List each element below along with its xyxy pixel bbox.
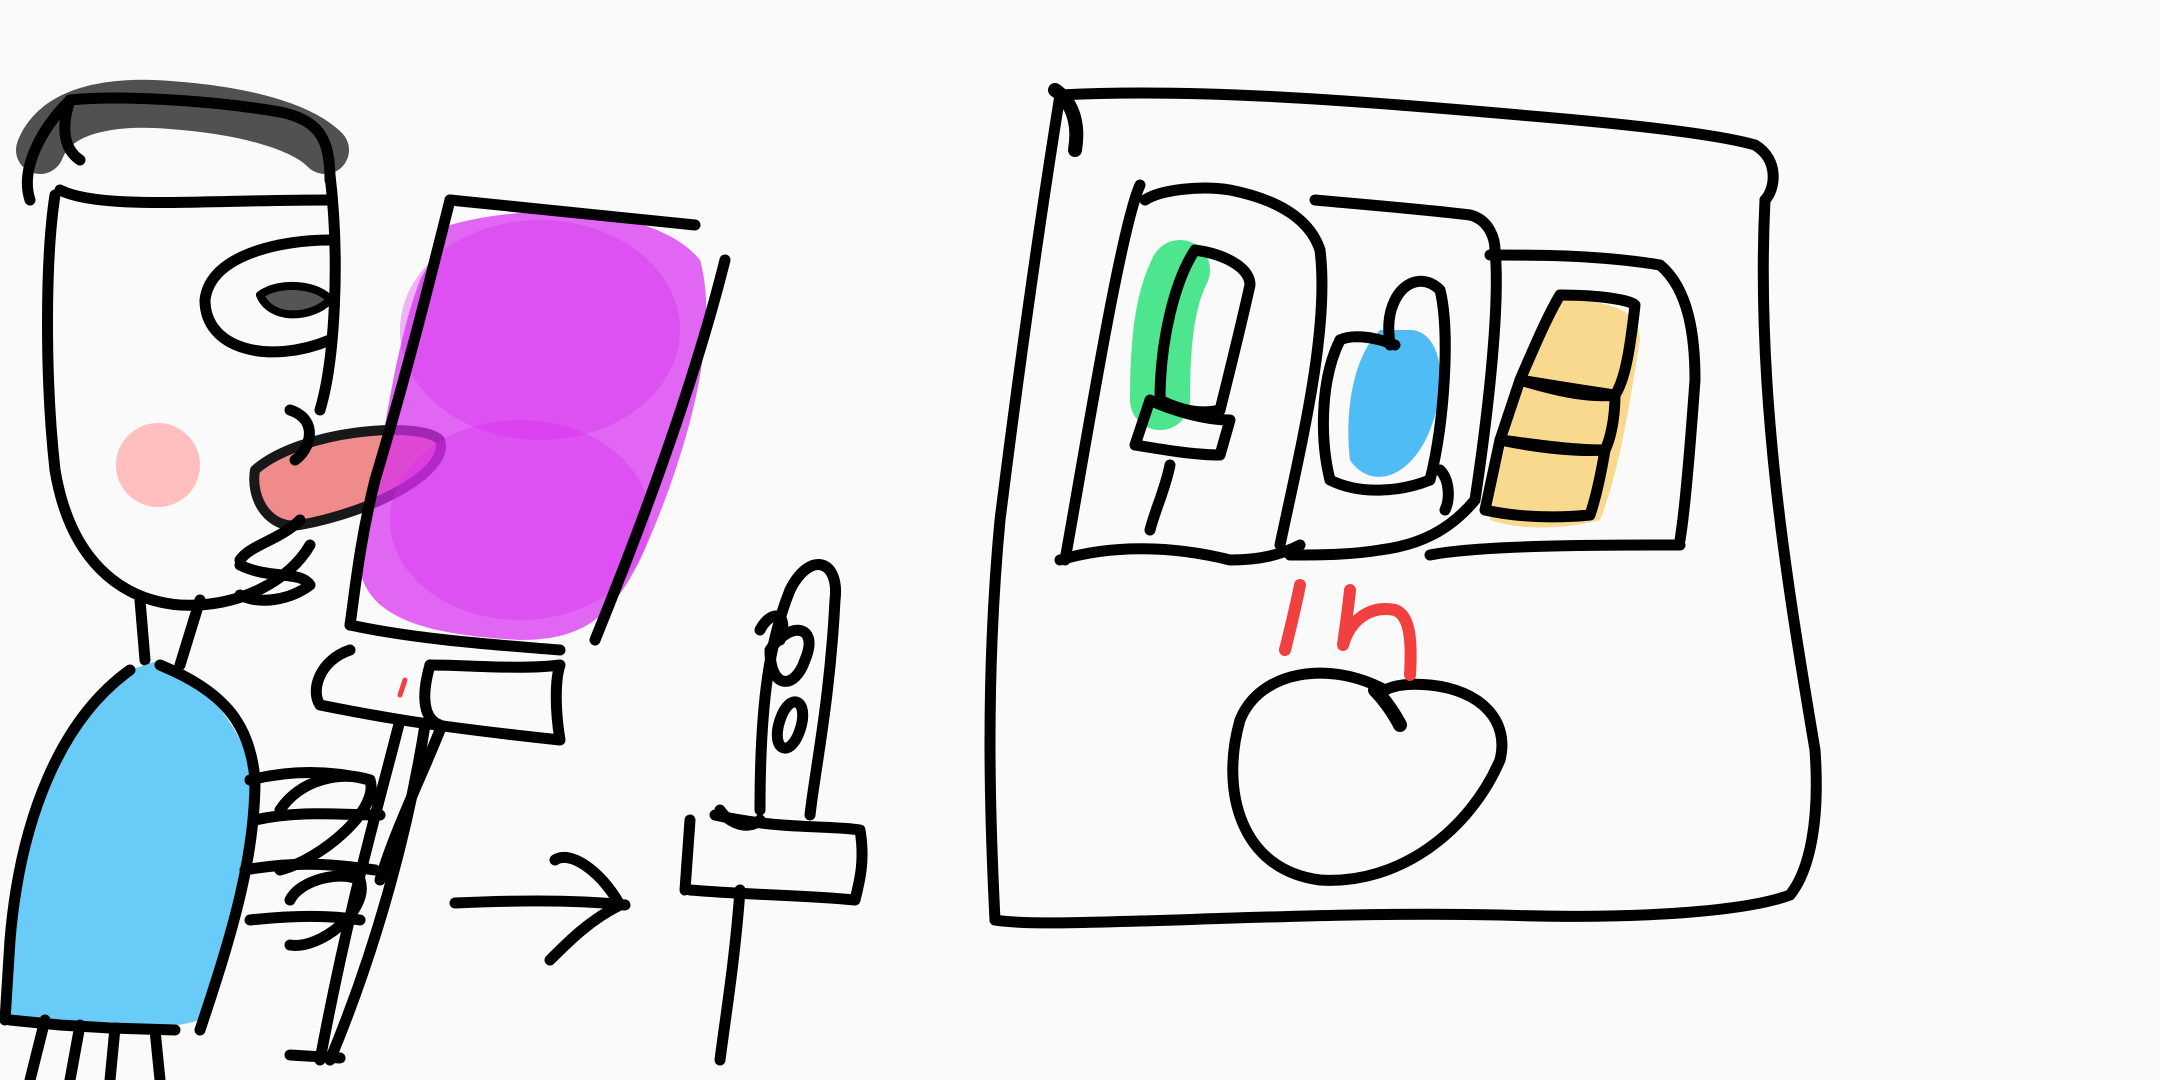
paint-blob-icon [1317, 275, 1454, 516]
small-easel-icon [679, 559, 868, 1066]
paint-sponge-icon [1479, 289, 1641, 528]
paint-palette-frame [984, 83, 1822, 929]
paint-tube-icon [1059, 179, 1256, 566]
doodle-drawing [0, 79, 1822, 1080]
arrow-icon [449, 851, 631, 966]
apple-stem [1279, 579, 1306, 656]
easel-with-canvas [284, 194, 731, 1066]
apple-icon [1227, 579, 1508, 886]
sketch-canvas [0, 0, 2160, 1080]
cheek [116, 423, 200, 507]
